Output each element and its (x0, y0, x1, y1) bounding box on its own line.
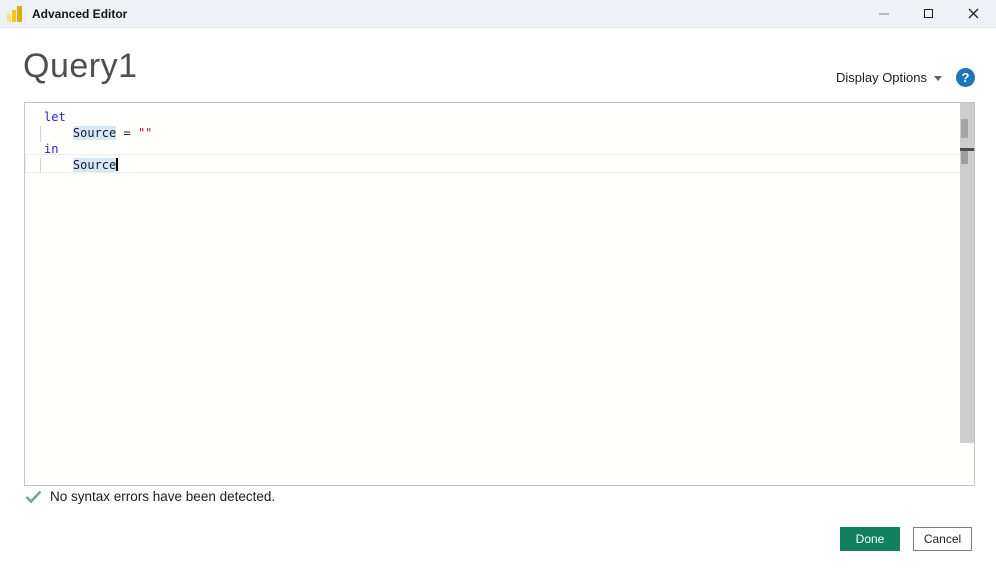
close-button[interactable] (951, 0, 996, 28)
maximize-icon (924, 9, 933, 18)
help-icon: ? (962, 70, 970, 85)
display-options-dropdown[interactable]: Display Options (836, 70, 942, 85)
current-line-highlight (25, 154, 973, 173)
advanced-editor-dialog: Advanced Editor Query1 Display Options ? (0, 0, 996, 572)
maximize-button[interactable] (906, 0, 951, 28)
syntax-status: No syntax errors have been detected. (25, 489, 275, 504)
checkmark-icon (25, 490, 42, 504)
page-title: Query1 (23, 47, 138, 86)
scrollbar-thumb[interactable] (961, 119, 968, 138)
code-line: Source = "" (44, 125, 152, 141)
code-line: in (44, 141, 152, 157)
scrollbar-thumb[interactable] (961, 151, 968, 164)
window-title: Advanced Editor (32, 7, 127, 21)
indent-guide (40, 126, 41, 142)
titlebar: Advanced Editor (0, 0, 996, 28)
vertical-scrollbar[interactable] (960, 103, 974, 443)
code-lines: let Source = ""in Source (44, 109, 152, 173)
minimize-button[interactable] (861, 0, 906, 28)
powerbi-logo-icon (7, 6, 23, 22)
display-options-label: Display Options (836, 70, 927, 85)
code-line: let (44, 109, 152, 125)
header-actions: Display Options ? (836, 66, 975, 88)
help-button[interactable]: ? (956, 68, 975, 87)
cancel-button[interactable]: Cancel (913, 527, 972, 551)
close-icon (968, 8, 979, 19)
status-message: No syntax errors have been detected. (50, 489, 275, 504)
text-cursor (116, 158, 118, 171)
done-button[interactable]: Done (840, 527, 900, 551)
chevron-down-icon (934, 76, 942, 81)
code-line: Source (44, 157, 152, 173)
window-controls (861, 0, 996, 28)
minimize-icon (879, 13, 889, 15)
code-editor[interactable]: let Source = ""in Source (24, 102, 975, 486)
